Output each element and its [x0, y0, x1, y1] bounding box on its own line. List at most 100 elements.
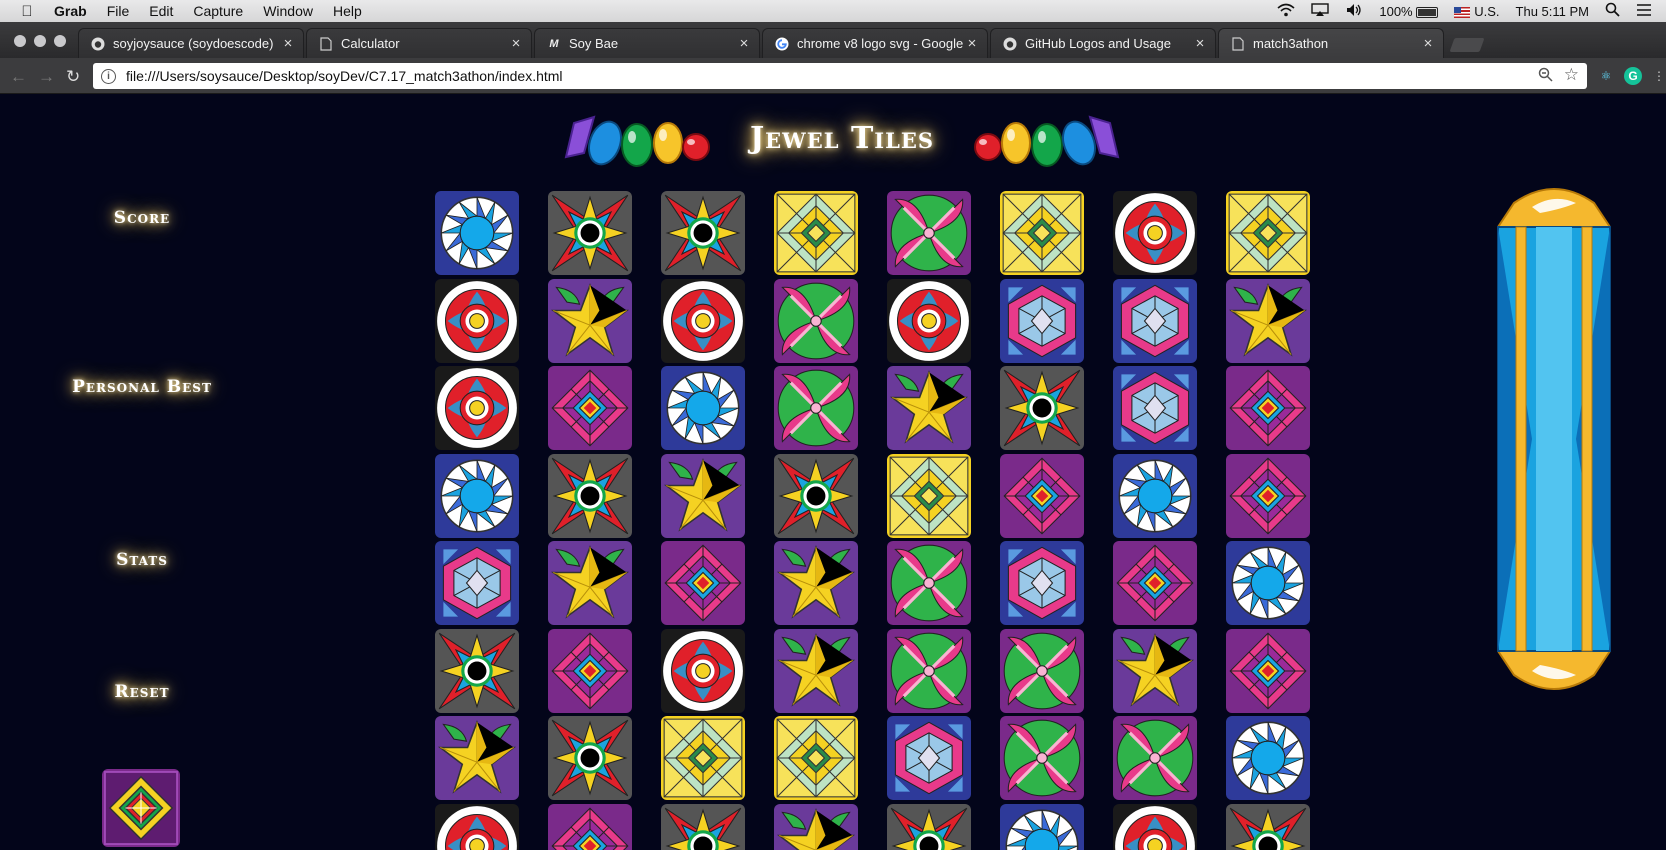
grammarly-icon[interactable]: G [1624, 67, 1642, 85]
menu-app-name[interactable]: Grab [54, 3, 87, 19]
jewel-tile-bullseye[interactable] [661, 278, 745, 363]
jewel-tile-bullseye[interactable] [661, 628, 745, 713]
jewel-tile-bullseye[interactable] [435, 803, 519, 850]
jewel-tile-sun[interactable] [661, 366, 745, 450]
info-icon[interactable]: i [101, 68, 116, 84]
input-source[interactable]: U.S. [1454, 4, 1500, 19]
jewel-tile-burst[interactable] [548, 716, 632, 800]
jewel-tile-burst[interactable] [548, 453, 632, 538]
tab-soy-bae[interactable]: M Soy Bae × [534, 28, 760, 58]
jewel-tile-star[interactable] [548, 541, 632, 625]
jewel-tile-sun[interactable] [1226, 541, 1310, 625]
close-tab-icon[interactable]: × [1419, 35, 1437, 52]
jewel-tile-flower[interactable] [1000, 628, 1084, 713]
jewel-tile-cube[interactable] [435, 541, 519, 625]
clock[interactable]: Thu 5:11 PM [1516, 4, 1589, 19]
jewel-tile-star[interactable] [1226, 278, 1310, 363]
menu-edit[interactable]: Edit [149, 3, 173, 19]
jewel-tile-star[interactable] [435, 716, 519, 800]
jewel-tile-flower[interactable] [887, 628, 971, 713]
jewel-tile-cube[interactable] [1000, 278, 1084, 363]
jewel-tile-quilt[interactable] [548, 803, 632, 850]
jewel-tile-sun[interactable] [1000, 803, 1084, 850]
close-window-button[interactable] [14, 35, 26, 47]
jewel-tile-sun[interactable] [435, 191, 519, 275]
jewel-tile-flower[interactable] [1113, 716, 1197, 800]
jewel-tile-quilt[interactable] [548, 628, 632, 713]
jewel-tile-sun[interactable] [1226, 716, 1310, 800]
jewel-tile-quilt[interactable] [1226, 366, 1310, 450]
tab-soyjoysauce[interactable]: soyjoysauce (soydoescode) × [78, 28, 304, 58]
tab-google-search[interactable]: chrome v8 logo svg - Google S × [762, 28, 988, 58]
jewel-tile-bullseye[interactable] [1113, 191, 1197, 275]
jewel-tile-quilt[interactable] [1000, 453, 1084, 538]
new-tab-button[interactable] [1449, 38, 1485, 52]
menu-file[interactable]: File [107, 3, 130, 19]
jewel-tile-star[interactable] [774, 628, 858, 713]
tab-github-logos[interactable]: GitHub Logos and Usage × [990, 28, 1216, 58]
jewel-tile-burst[interactable] [1226, 803, 1310, 850]
jewel-tile-sun[interactable] [1113, 453, 1197, 538]
jewel-tile-mosaic[interactable] [661, 716, 745, 800]
jewel-tile-burst[interactable] [661, 803, 745, 850]
jewel-tile-burst[interactable] [887, 803, 971, 850]
jewel-tile-quilt[interactable] [548, 366, 632, 450]
jewel-tile-mosaic[interactable] [774, 716, 858, 800]
jewel-tile-quilt[interactable] [1226, 628, 1310, 713]
jewel-tile-star[interactable] [548, 278, 632, 363]
wifi-icon[interactable] [1277, 3, 1295, 20]
jewel-tile-burst[interactable] [774, 453, 858, 538]
jewel-tile-bullseye[interactable] [887, 278, 971, 363]
zoom-window-button[interactable] [54, 35, 66, 47]
jewel-tile-mosaic[interactable] [774, 191, 858, 275]
jewel-tile-quilt[interactable] [1113, 541, 1197, 625]
jewel-tile-star[interactable] [661, 453, 745, 538]
reload-icon[interactable]: ↻ [66, 67, 80, 87]
url-text[interactable]: file:///Users/soysauce/Desktop/soyDev/C7… [126, 68, 563, 84]
close-tab-icon[interactable]: × [507, 35, 525, 52]
jewel-tile-star[interactable] [774, 803, 858, 850]
close-tab-icon[interactable]: × [735, 35, 753, 52]
jewel-tile-cube[interactable] [1113, 278, 1197, 363]
bookmark-star-icon[interactable]: ☆ [1564, 65, 1579, 85]
battery-icon[interactable] [1416, 6, 1439, 18]
jewel-tile-burst[interactable] [548, 191, 632, 275]
address-bar[interactable]: i file:///Users/soysauce/Desktop/soyDev/… [93, 63, 1587, 89]
jewel-tile-bullseye[interactable] [435, 278, 519, 363]
close-tab-icon[interactable]: × [963, 35, 981, 52]
jewel-tile-star[interactable] [1113, 628, 1197, 713]
back-arrow-icon[interactable]: ← [10, 67, 27, 87]
jewel-tile-star[interactable] [774, 541, 858, 625]
zoom-icon[interactable] [1538, 67, 1553, 85]
jewel-tile-quilt[interactable] [1226, 453, 1310, 538]
spotlight-search-icon[interactable] [1605, 2, 1620, 20]
jewel-tile-cube[interactable] [1113, 366, 1197, 450]
close-tab-icon[interactable]: × [1191, 35, 1209, 52]
airplay-icon[interactable] [1311, 2, 1330, 20]
menu-window[interactable]: Window [263, 3, 313, 19]
jewel-tile-flower[interactable] [1000, 716, 1084, 800]
jewel-tile-cube[interactable] [887, 716, 971, 800]
jewel-tile-flower[interactable] [887, 191, 971, 275]
jewel-tile-mosaic[interactable] [1226, 191, 1310, 275]
jewel-tile-flower[interactable] [774, 278, 858, 363]
jewel-tile-flower[interactable] [887, 541, 971, 625]
close-tab-icon[interactable]: × [279, 35, 297, 52]
jewel-tile-cube[interactable] [1000, 541, 1084, 625]
menu-help[interactable]: Help [333, 3, 362, 19]
jewel-tile-burst[interactable] [1000, 366, 1084, 450]
chrome-menu-icon[interactable]: ⋮ [1650, 67, 1666, 85]
minimize-window-button[interactable] [34, 35, 46, 47]
jewel-tile-star[interactable] [887, 366, 971, 450]
jewel-tile-burst[interactable] [661, 191, 745, 275]
apple-menu-icon[interactable]:  [0, 3, 54, 20]
jewel-tile-mosaic[interactable] [887, 453, 971, 538]
jewel-tile-sun[interactable] [435, 453, 519, 538]
menu-capture[interactable]: Capture [193, 3, 243, 19]
jewel-tile-flower[interactable] [774, 366, 858, 450]
jewel-tile-bullseye[interactable] [1113, 803, 1197, 850]
stats-button[interactable]: Stats [32, 550, 252, 570]
reset-button[interactable]: Reset [32, 682, 252, 702]
jewel-tile-bullseye[interactable] [435, 366, 519, 450]
notification-center-icon[interactable] [1636, 3, 1652, 20]
